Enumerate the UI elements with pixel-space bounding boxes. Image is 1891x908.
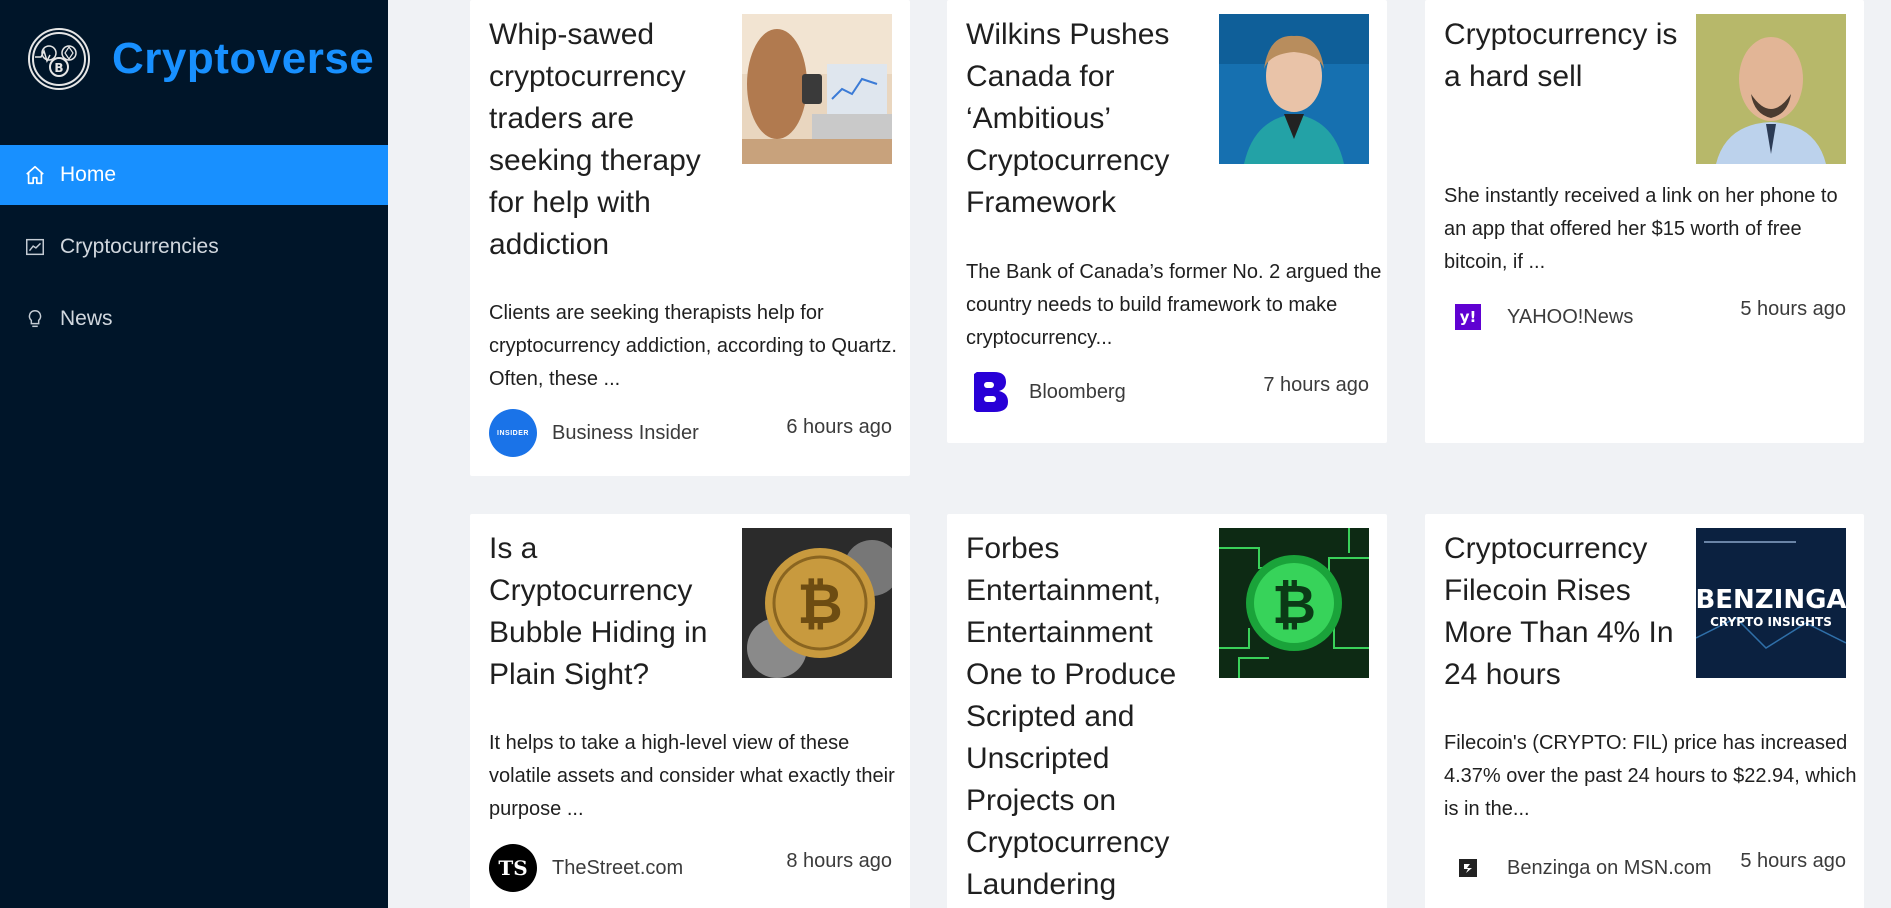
news-thumbnail: ₿	[742, 528, 892, 678]
news-title[interactable]: Cryptocurrency Filecoin Rises More Than …	[1444, 528, 1694, 696]
provider-name: TheStreet.com	[552, 856, 684, 879]
provider-name: Bloomberg	[1029, 380, 1126, 403]
provider-name: Business Insider	[552, 421, 699, 444]
news-title[interactable]: Whip-sawed cryptocurrency traders are se…	[489, 14, 739, 266]
thumb-text-brand: BENZINGA	[1696, 585, 1846, 615]
provider-logo: TS	[489, 844, 537, 892]
news-time: 5 hours ago	[1740, 298, 1846, 320]
news-title[interactable]: Cryptocurrency is a hard sell	[1444, 14, 1694, 98]
news-thumbnail	[742, 14, 892, 164]
news-provider[interactable]: TS TheStreet.com	[489, 844, 683, 892]
news-time: 7 hours ago	[1263, 374, 1369, 396]
news-card[interactable]: Whip-sawed cryptocurrency traders are se…	[470, 0, 910, 476]
thumb-text-sub: CRYPTO INSIGHTS	[1710, 615, 1832, 629]
news-time: 6 hours ago	[786, 416, 892, 438]
provider-logo: y!	[1444, 293, 1492, 341]
svg-text:₿: ₿	[797, 572, 843, 637]
sidebar-item-label: Cryptocurrencies	[60, 235, 219, 258]
news-thumbnail	[1696, 14, 1846, 164]
provider-logo	[966, 368, 1014, 416]
news-thumbnail	[1219, 14, 1369, 164]
news-provider[interactable]: Bloomberg	[966, 368, 1126, 416]
news-provider[interactable]: INSIDER Business Insider	[489, 409, 699, 457]
news-time: 5 hours ago	[1740, 850, 1846, 872]
sidebar-menu: Home Cryptocurrencies News	[0, 145, 388, 361]
svg-text:₿: ₿	[1272, 573, 1316, 636]
sidebar-item-cryptocurrencies[interactable]: Cryptocurrencies	[0, 217, 388, 277]
news-title[interactable]: Wilkins Pushes Canada for ‘Ambitious’ Cr…	[966, 14, 1216, 224]
news-description: Filecoin's (CRYPTO: FIL) price has incre…	[1444, 732, 1857, 820]
svg-text:B: B	[54, 61, 63, 75]
news-description: She instantly received a link on her pho…	[1444, 185, 1838, 273]
news-description: Clients are seeking therapists help for …	[489, 302, 897, 390]
news-title[interactable]: Forbes Entertainment, Entertainment One …	[966, 528, 1216, 906]
bulb-icon	[24, 308, 46, 330]
sidebar-item-news[interactable]: News	[0, 289, 388, 349]
news-provider[interactable]: y! YAHOO!News	[1444, 293, 1633, 341]
app-title[interactable]: Cryptoverse	[112, 34, 374, 84]
news-title[interactable]: Is a Cryptocurrency Bubble Hiding in Pla…	[489, 528, 739, 696]
logo-icon: B	[28, 28, 90, 90]
sidebar: B Cryptoverse Home Cryptocurrencies News	[0, 0, 388, 908]
news-time: 8 hours ago	[786, 850, 892, 872]
provider-name: YAHOO!News	[1507, 305, 1634, 328]
provider-name: Benzinga on MSN.com	[1507, 856, 1712, 879]
sidebar-item-label: News	[60, 307, 113, 330]
news-provider[interactable]: Benzinga on MSN.com	[1444, 844, 1712, 892]
provider-logo: INSIDER	[489, 409, 537, 457]
news-description: It helps to take a high-level view of th…	[489, 732, 895, 820]
news-card[interactable]: Cryptocurrency is a hard sell She instan…	[1425, 0, 1864, 443]
news-thumbnail: BENZINGA CRYPTO INSIGHTS	[1696, 528, 1846, 678]
logo-area[interactable]: B Cryptoverse	[28, 28, 374, 90]
news-thumbnail: ₿	[1219, 528, 1369, 678]
news-description: The Bank of Canada’s former No. 2 argued…	[966, 261, 1382, 349]
news-card[interactable]: Wilkins Pushes Canada for ‘Ambitious’ Cr…	[947, 0, 1387, 443]
provider-logo	[1444, 844, 1492, 892]
sidebar-item-label: Home	[60, 163, 117, 186]
news-card[interactable]: Cryptocurrency Filecoin Rises More Than …	[1425, 514, 1864, 908]
home-icon	[24, 164, 46, 186]
news-card[interactable]: Is a Cryptocurrency Bubble Hiding in Pla…	[470, 514, 910, 908]
news-card[interactable]: Forbes Entertainment, Entertainment One …	[947, 514, 1387, 908]
chart-icon	[24, 236, 46, 258]
sidebar-item-home[interactable]: Home	[0, 145, 388, 205]
content-gutter	[388, 0, 440, 908]
